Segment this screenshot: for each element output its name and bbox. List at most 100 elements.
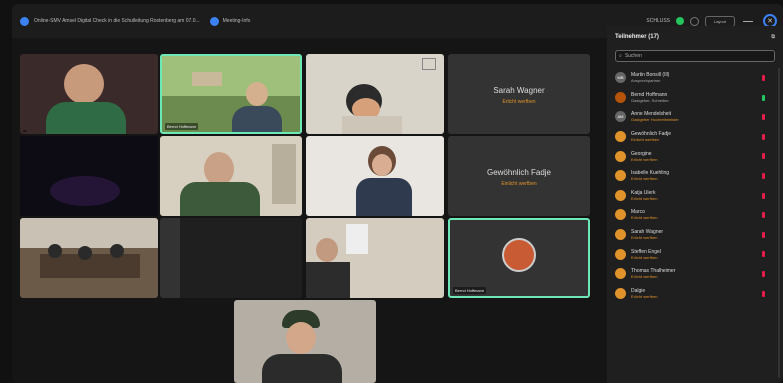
tile-label: Bernd Hoffmann [165, 123, 199, 130]
participant-list-item[interactable]: MB Martin Bonsill (Ill) Ansprechpartner [607, 68, 783, 88]
participant-avatar [615, 131, 626, 143]
video-tile[interactable] [306, 136, 444, 216]
participant-role: Erlicht werfben [631, 195, 658, 201]
info-icon[interactable] [209, 16, 219, 26]
participant-body [232, 106, 282, 132]
whiteboard [346, 224, 368, 254]
mic-muted-icon[interactable] [762, 251, 765, 258]
connection-status: Erlicht werfben [502, 99, 536, 105]
meeting-window: Online-SMV Amsel Digital Check in die Sc… [12, 4, 783, 383]
mic-muted-icon[interactable] [762, 153, 765, 160]
participant-avatar [615, 170, 626, 182]
video-tile[interactable] [160, 136, 302, 216]
participant-list-item[interactable]: Katja Ulerk Erlicht werfben [607, 186, 783, 206]
participant-avatar [615, 189, 626, 201]
participant-avatar [615, 248, 626, 260]
video-tile-active-speaker[interactable]: Bernd Hoffmann [448, 218, 590, 298]
video-tile[interactable] [20, 218, 158, 298]
participants-panel-header: Teilnehmer (17) ⧉ [607, 26, 783, 48]
app-logo-icon [20, 16, 29, 26]
participant-avatar [615, 287, 626, 299]
participant-avatar [615, 150, 626, 162]
video-tile[interactable] [234, 300, 376, 383]
participant-role: Gastgeber Hochreitmeister [631, 117, 679, 123]
participant-list-item[interactable]: Dalgie Erlicht werfben [607, 284, 783, 304]
participant-search-input[interactable]: ⌕ Suchen [615, 50, 775, 62]
participant-list-item[interactable]: AM Anne Mendelsheit Gastgeber Hochreitmeis… [607, 107, 783, 127]
participant-avatar: AM [615, 111, 626, 123]
participant-face [64, 64, 104, 104]
participant-avatar [615, 91, 626, 103]
participant-list-item[interactable]: Thomas Thalheimer Erlicht werfben [607, 264, 783, 284]
participant-avatar: MB [615, 72, 626, 84]
wall-frame [422, 58, 436, 70]
participant-avatar [502, 238, 536, 272]
video-tile[interactable] [306, 54, 444, 134]
video-tile[interactable] [306, 218, 444, 298]
meeting-info-link[interactable]: Meeting-Info [223, 18, 251, 24]
participant-list-item[interactable]: Marco Erlicht werfben [607, 205, 783, 225]
participant-face [316, 238, 338, 262]
mic-muted-icon[interactable] [762, 192, 765, 199]
participant-role: Gastgeber, Schreiber [631, 97, 669, 103]
search-icon: ⌕ [619, 53, 622, 59]
participant-text: Georgine Erlicht werfben [631, 151, 657, 162]
mic-muted-icon[interactable] [762, 290, 765, 297]
mic-muted-icon[interactable] [762, 270, 765, 277]
panel-scrollbar[interactable] [778, 68, 780, 378]
participant-role: Erlicht werfben [631, 235, 658, 241]
participant-list-item[interactable]: Bernd Hoffmann Gastgeber, Schreiber [607, 88, 783, 108]
background-door [272, 144, 296, 204]
connection-status: Einlicht werfben [501, 181, 537, 187]
dark-edge [160, 218, 180, 298]
video-tile[interactable] [20, 136, 158, 216]
participant-role: Erlicht werfben [631, 254, 658, 260]
participant-text: Bernd Hoffmann Gastgeber, Schreiber [631, 92, 669, 103]
background-scene [162, 56, 300, 96]
mic-muted-icon[interactable] [762, 172, 765, 179]
participant-avatar [615, 229, 626, 241]
participant-list-item[interactable]: Sarah Wagner Erlicht werfben [607, 225, 783, 245]
participant-list-item[interactable]: Isabelle Kuehling Erlicht werfben [607, 166, 783, 186]
mic-muted-icon[interactable] [762, 75, 765, 81]
video-tile-camera-off[interactable]: Sarah Wagner Erlicht werfben [448, 54, 590, 134]
mic-muted-icon[interactable] [762, 114, 765, 121]
participant-list: MB Martin Bonsill (Ill) Ansprechpartner Ber… [607, 68, 783, 303]
participant-head [78, 246, 92, 260]
participant-list-item[interactable]: Gewöhnlich Fadje Einlicht werfben [607, 127, 783, 147]
video-tile-active-speaker[interactable]: Bernd Hoffmann [160, 54, 302, 134]
mic-muted-icon[interactable] [762, 133, 765, 140]
participant-avatar [615, 209, 626, 221]
mic-on-icon[interactable] [762, 94, 765, 101]
video-tile-camera-off[interactable]: Gewöhnlich Fadje Einlicht werfben [448, 136, 590, 216]
participant-list-item[interactable]: Georgine Erlicht werfben [607, 146, 783, 166]
participant-list-item[interactable]: Steffen Engel Erlicht werfben [607, 244, 783, 264]
participant-face [286, 322, 316, 354]
tile-label: Bernd Hoffmann [453, 287, 487, 294]
participant-body [356, 178, 412, 216]
dark-glow [50, 176, 120, 206]
mic-muted-icon[interactable] [762, 212, 765, 219]
participant-role: Erlicht werfben [631, 293, 658, 299]
participant-face [246, 82, 268, 106]
background-building [192, 72, 222, 86]
video-tile[interactable] [160, 218, 302, 298]
shield-icon[interactable] [690, 16, 699, 26]
participant-text: Sarah Wagner Erlicht werfben [631, 229, 663, 240]
participant-name: Gewöhnlich Fadje [486, 168, 552, 177]
participant-body [46, 102, 126, 134]
minimize-icon[interactable] [743, 20, 753, 22]
participant-text: Katja Ulerk Erlicht werfben [631, 190, 657, 201]
popout-icon[interactable]: ⧉ [771, 34, 775, 40]
participant-role: Erlicht werfben [631, 156, 658, 162]
participant-body [180, 182, 260, 216]
mic-muted-icon[interactable] [762, 231, 765, 238]
video-tile[interactable] [20, 54, 158, 134]
participant-name: Sarah Wagner [493, 86, 545, 95]
tile-label [23, 130, 27, 132]
record-indicator-icon [676, 17, 684, 25]
participant-role: Einlicht werfben [631, 137, 660, 143]
layout-button[interactable]: Layout [705, 15, 735, 27]
participant-role: Erlicht werfben [631, 215, 658, 221]
participants-panel: Teilnehmer (17) ⧉ ⌕ Suchen MB Martin Bons… [607, 26, 783, 383]
